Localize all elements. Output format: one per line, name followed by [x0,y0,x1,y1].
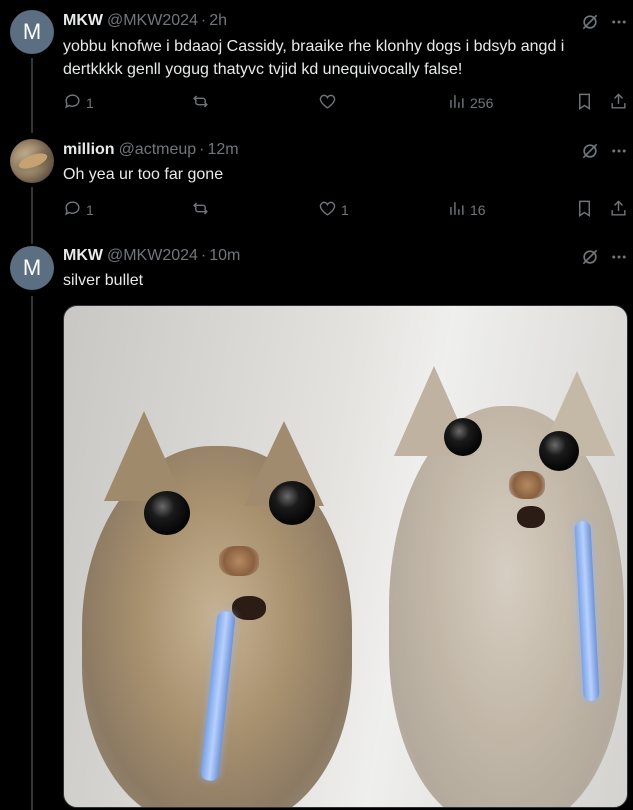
reply-count: 1 [86,202,94,218]
like-count: 1 [341,202,349,218]
like-button[interactable] [318,92,341,114]
cat-mouth [517,506,545,528]
cat-left [64,306,354,807]
tweet-header: MKW @MKW2024 · 10m [63,247,240,265]
more-icon[interactable] [609,247,629,267]
avatar-letter: M [22,255,42,280]
reply-icon [63,92,82,114]
tweet[interactable]: M MKW @MKW2024 · 2h yobbu knofwe i bdaao… [0,0,633,125]
cat-nose [509,471,545,499]
tweet-text: yobbu knofwe i bdaaoj Cassidy, braaike r… [63,38,565,78]
cat-eye [144,491,190,535]
separator-dot: · [199,141,205,158]
reply-button[interactable]: 1 [63,199,94,221]
repost-button[interactable] [191,92,214,114]
tweet-media-image[interactable] [63,305,628,808]
tweet-text: silver bullet [63,272,144,289]
timestamp[interactable]: 10m [209,247,240,265]
repost-button[interactable] [191,199,214,221]
views-button[interactable]: 16 [447,199,486,221]
heart-icon [318,199,337,221]
tweet-text: Oh yea ur too far gone [63,166,224,183]
bookmark-icon [575,199,594,221]
cat-eye [444,418,482,456]
grok-icon[interactable] [580,12,600,32]
conversation-thread: M MKW @MKW2024 · 2h yobbu knofwe i bdaao… [0,0,633,810]
more-icon[interactable] [609,141,629,161]
cat-eye [539,431,579,471]
display-name[interactable]: MKW [63,12,103,30]
display-name[interactable]: million [63,141,115,159]
bookmark-button[interactable] [575,92,594,114]
cat-nose [219,546,259,576]
view-count: 16 [470,202,486,218]
separator-dot: · [200,12,207,29]
avatar[interactable] [10,139,54,183]
cat-ear [104,411,184,501]
cat-right [354,306,627,807]
avatar-image [16,150,50,172]
views-button[interactable]: 256 [447,92,493,114]
avatar-letter: M [22,19,42,44]
grok-icon[interactable] [580,247,600,267]
views-icon [447,92,466,114]
repost-icon [191,92,210,114]
user-handle[interactable]: @actmeup [119,141,197,159]
bookmark-button[interactable] [575,199,594,221]
like-button[interactable]: 1 [318,199,349,221]
heart-icon [318,92,337,114]
cat-eye [269,481,315,525]
separator-dot: · [200,247,207,264]
share-icon [609,92,628,114]
view-count: 256 [470,95,494,111]
reply-button[interactable]: 1 [63,92,94,114]
bookmark-icon [575,92,594,114]
timestamp[interactable]: 2h [209,12,227,30]
avatar[interactable]: M [10,246,54,290]
reply-icon [63,199,82,221]
share-icon [609,199,628,221]
grok-icon[interactable] [580,141,600,161]
more-icon[interactable] [609,12,629,32]
avatar[interactable]: M [10,10,54,54]
action-bar: 1 256 [63,92,633,114]
user-handle[interactable]: @MKW2024 [107,247,198,265]
cat-mouth [232,596,266,620]
user-handle[interactable]: @MKW2024 [107,12,198,30]
repost-icon [191,199,210,221]
display-name[interactable]: MKW [63,247,103,265]
timestamp[interactable]: 12m [208,141,239,159]
share-button[interactable] [609,199,628,221]
tweet-header: MKW @MKW2024 · 2h [63,12,227,30]
tweet[interactable]: million @actmeup · 12m Oh yea ur too far… [0,125,633,235]
views-icon [447,199,466,221]
tweet-header: million @actmeup · 12m [63,141,239,159]
reply-count: 1 [86,95,94,111]
share-button[interactable] [609,92,628,114]
action-bar: 1 1 16 [63,199,633,221]
